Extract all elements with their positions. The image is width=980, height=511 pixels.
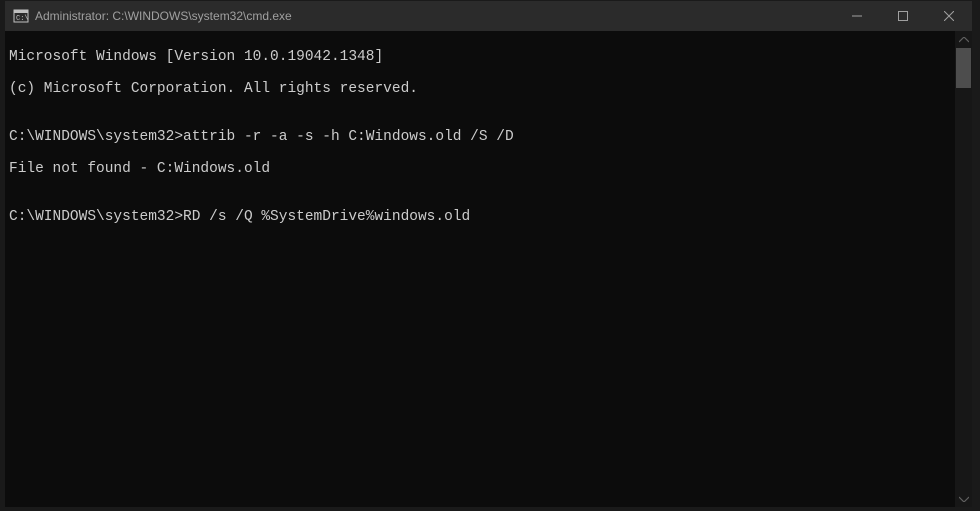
scroll-thumb[interactable] (956, 48, 971, 88)
maximize-button[interactable] (880, 1, 926, 31)
terminal-line: File not found - C:Windows.old (9, 161, 968, 177)
scrollbar[interactable] (955, 31, 972, 507)
minimize-icon (852, 11, 862, 21)
scroll-up-arrow[interactable] (955, 31, 972, 48)
scroll-down-arrow[interactable] (955, 490, 972, 507)
terminal-content: Microsoft Windows [Version 10.0.19042.13… (5, 31, 972, 259)
close-button[interactable] (926, 1, 972, 31)
terminal-line: (c) Microsoft Corporation. All rights re… (9, 81, 968, 97)
cmd-window: C:\ Administrator: C:\WINDOWS\system32\c… (5, 1, 972, 507)
minimize-button[interactable] (834, 1, 880, 31)
titlebar[interactable]: C:\ Administrator: C:\WINDOWS\system32\c… (5, 1, 972, 31)
chevron-down-icon (959, 496, 969, 502)
window-title: Administrator: C:\WINDOWS\system32\cmd.e… (35, 9, 834, 23)
window-controls (834, 1, 972, 31)
maximize-icon (898, 11, 908, 21)
terminal-body[interactable]: Microsoft Windows [Version 10.0.19042.13… (5, 31, 972, 507)
terminal-line: C:\WINDOWS\system32>attrib -r -a -s -h C… (9, 129, 968, 145)
svg-text:C:\: C:\ (16, 15, 29, 23)
close-icon (944, 11, 954, 21)
cmd-icon: C:\ (13, 8, 29, 24)
terminal-line: C:\WINDOWS\system32>RD /s /Q %SystemDriv… (9, 209, 968, 225)
terminal-line: Microsoft Windows [Version 10.0.19042.13… (9, 49, 968, 65)
chevron-up-icon (959, 37, 969, 43)
